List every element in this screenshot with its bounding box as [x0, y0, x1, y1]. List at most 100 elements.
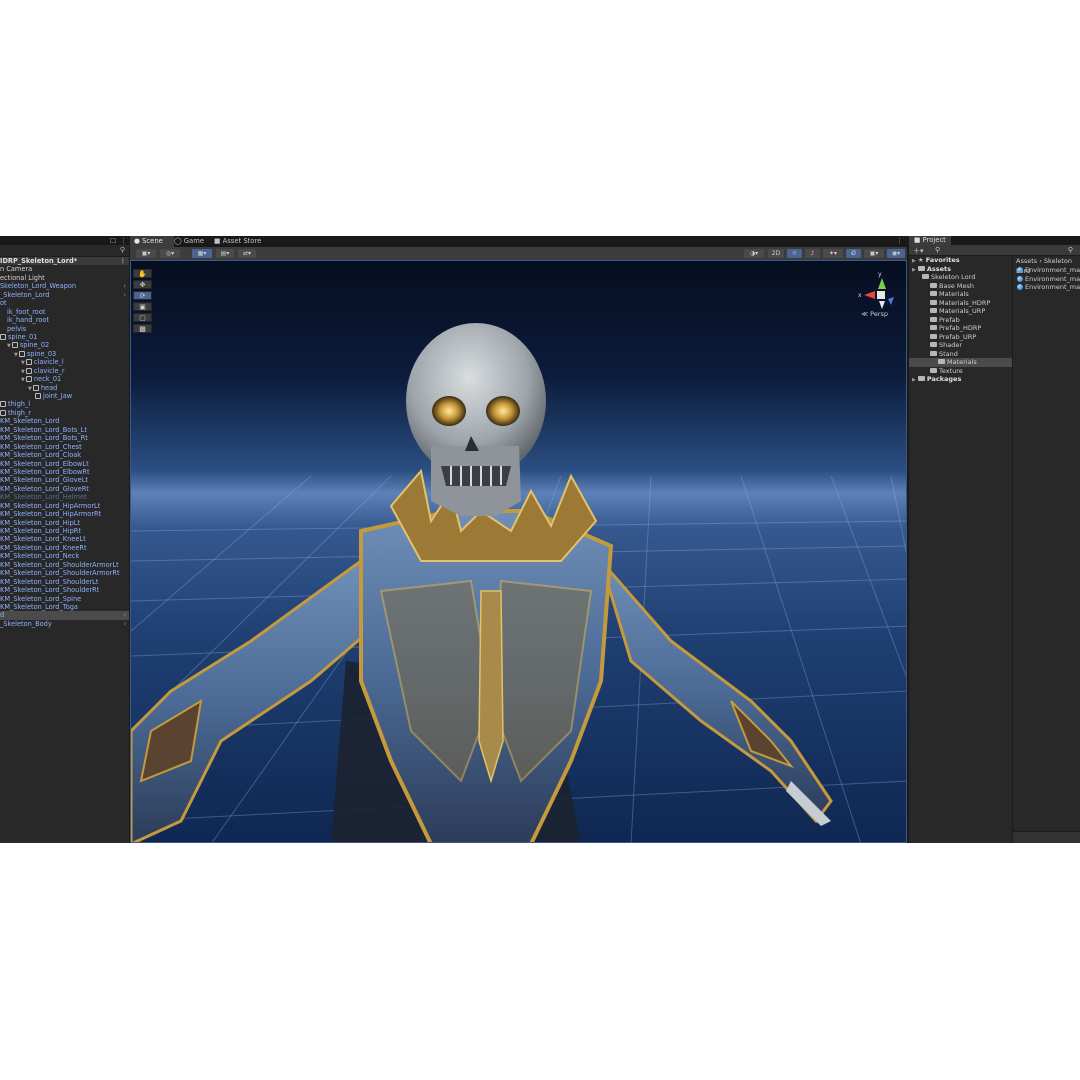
- expand-triangle-icon[interactable]: ▼: [21, 377, 25, 383]
- more-menu-icon[interactable]: ⋮: [120, 237, 127, 245]
- z-axis-cone[interactable]: [888, 297, 894, 305]
- project-folder-item[interactable]: Stand: [909, 350, 1012, 359]
- hand-tool-icon[interactable]: ✋: [133, 269, 152, 278]
- project-folder-item[interactable]: Materials: [909, 358, 1012, 367]
- hierarchy-item[interactable]: KM_Skeleton_Lord_GloveLt: [0, 476, 129, 484]
- gizmos-dropdown[interactable]: ◉▾: [887, 249, 905, 258]
- hierarchy-item[interactable]: KM_Skeleton_Lord_GloveRt: [0, 485, 129, 493]
- neg-y-axis-cone[interactable]: [879, 301, 885, 309]
- expand-triangle-icon[interactable]: ▼: [21, 369, 25, 375]
- add-icon[interactable]: ＋▾: [913, 246, 924, 256]
- project-folder-item[interactable]: ▶ ★ Favorites: [909, 256, 1012, 265]
- tab-asset-store[interactable]: ■ Asset Store: [210, 236, 265, 247]
- expand-triangle-icon[interactable]: ▶: [912, 258, 916, 264]
- scene-viewport[interactable]: ✋ ✥ ⟳ ▣ ▢ ▩ y x ≪ Persp: [130, 260, 907, 843]
- hierarchy-item[interactable]: thigh_l: [0, 400, 129, 408]
- expand-triangle-icon[interactable]: ▶: [912, 267, 916, 273]
- hierarchy-item[interactable]: ▼ spine_02: [0, 341, 129, 349]
- audio-toggle-icon[interactable]: ♪: [805, 249, 820, 258]
- expand-triangle-icon[interactable]: ▼: [21, 360, 25, 366]
- hierarchy-item[interactable]: _Skeleton_Lord ›: [0, 291, 129, 299]
- camera-settings-dropdown[interactable]: ▣▾: [864, 249, 884, 258]
- hierarchy-item[interactable]: ▼ clavicle_r: [0, 367, 129, 375]
- project-file-item[interactable]: Environment_mat: [1013, 283, 1080, 292]
- hierarchy-item[interactable]: ▼ head: [0, 384, 129, 392]
- hierarchy-scene-row[interactable]: IDRP_Skeleton_Lord* ⋮: [0, 257, 129, 266]
- hierarchy-item[interactable]: d ›: [0, 611, 129, 620]
- hierarchy-item[interactable]: KM_Skeleton_Lord_ShoulderArmorRt: [0, 569, 129, 577]
- snap-increment-dropdown[interactable]: ▤▾: [216, 249, 234, 258]
- project-folder-item[interactable]: Materials_URP: [909, 307, 1012, 316]
- hierarchy-item[interactable]: KM_Skeleton_Lord_Bots_Lt: [0, 426, 129, 434]
- search-icon[interactable]: ⚲: [1068, 246, 1073, 254]
- y-axis-cone[interactable]: [878, 278, 886, 289]
- shading-mode-dropdown[interactable]: ◑▾: [744, 249, 764, 258]
- project-folder-item[interactable]: Prefab_HDRP: [909, 324, 1012, 333]
- hierarchy-search-bar[interactable]: ⚲: [0, 245, 129, 257]
- breadcrumb-assets[interactable]: Assets: [1016, 257, 1037, 265]
- hierarchy-item[interactable]: KM_Skeleton_Lord_Bots_Rt: [0, 434, 129, 442]
- hierarchy-item[interactable]: KM_Skeleton_Lord_Neck: [0, 552, 129, 560]
- project-folder-item[interactable]: Skeleton Lord: [909, 273, 1012, 282]
- more-menu-icon[interactable]: ⋮: [896, 237, 903, 245]
- gizmo-center-cube[interactable]: [877, 291, 885, 299]
- x-axis-cone[interactable]: [864, 291, 875, 299]
- lighting-toggle-icon[interactable]: ☼: [787, 249, 802, 258]
- project-folder-item[interactable]: Materials_HDRP: [909, 299, 1012, 308]
- chevron-right-icon[interactable]: ›: [123, 282, 126, 290]
- hierarchy-item[interactable]: KM_Skeleton_Lord_HipLt: [0, 519, 129, 527]
- hierarchy-item[interactable]: KM_Skeleton_Lord_ShoulderArmorLt: [0, 561, 129, 569]
- move-tool-icon[interactable]: ✥: [133, 280, 152, 289]
- project-folder-item[interactable]: Texture: [909, 367, 1012, 376]
- hierarchy-item[interactable]: KM_Skeleton_Lord_Helmet: [0, 493, 129, 501]
- hierarchy-item[interactable]: joint_Jaw: [0, 392, 129, 400]
- gizmo-tool-dropdown[interactable]: ◎▾: [160, 249, 180, 258]
- 2d-toggle[interactable]: 2D: [768, 249, 784, 258]
- hierarchy-item[interactable]: Skeleton_Lord_Weapon ›: [0, 282, 129, 290]
- hierarchy-item[interactable]: thigh_r: [0, 409, 129, 417]
- search-icon[interactable]: ⚲: [935, 246, 940, 254]
- hierarchy-item[interactable]: KM_Skeleton_Lord_Toga: [0, 603, 129, 611]
- hierarchy-item[interactable]: pelvis: [0, 325, 129, 333]
- rotate-tool-icon[interactable]: ⟳: [133, 291, 152, 300]
- chevron-right-icon[interactable]: ›: [123, 620, 126, 628]
- hierarchy-item[interactable]: KM_Skeleton_Lord_KneeRt: [0, 544, 129, 552]
- search-icon[interactable]: ⚲: [120, 246, 125, 254]
- project-file-item[interactable]: Environment_mat: [1013, 275, 1080, 284]
- hierarchy-item[interactable]: KM_Skeleton_Lord_HipArmorRt: [0, 510, 129, 518]
- project-folder-item[interactable]: Prefab: [909, 316, 1012, 325]
- hierarchy-item[interactable]: ik_foot_root: [0, 308, 129, 316]
- grid-snapping-dropdown[interactable]: ▦▾: [192, 249, 212, 258]
- hierarchy-item[interactable]: spine_01: [0, 333, 129, 341]
- expand-triangle-icon[interactable]: ▶: [912, 377, 916, 383]
- hierarchy-item[interactable]: KM_Skeleton_Lord: [0, 417, 129, 425]
- hierarchy-item[interactable]: KM_Skeleton_Lord_HipArmorLt: [0, 502, 129, 510]
- hierarchy-item[interactable]: ▼ clavicle_l: [0, 358, 129, 366]
- project-folder-item[interactable]: Base Mesh: [909, 282, 1012, 291]
- hierarchy-item[interactable]: ot: [0, 299, 129, 307]
- hidden-objects-icon[interactable]: Ø: [846, 249, 861, 258]
- hierarchy-item[interactable]: KM_Skeleton_Lord_ShoulderRt: [0, 586, 129, 594]
- project-folder-item[interactable]: Shader: [909, 341, 1012, 350]
- more-menu-icon[interactable]: ⋮: [119, 257, 126, 265]
- chevron-right-icon[interactable]: ›: [123, 291, 126, 299]
- transform-tool-icon[interactable]: ▩: [133, 324, 152, 333]
- hierarchy-item[interactable]: ▼ neck_01: [0, 375, 129, 383]
- project-file-item[interactable]: Environment_mat: [1013, 266, 1080, 275]
- skeleton-lord-model[interactable]: [131, 261, 907, 843]
- expand-triangle-icon[interactable]: ▼: [14, 352, 18, 358]
- hierarchy-item[interactable]: n Camera: [0, 265, 129, 273]
- hierarchy-item[interactable]: KM_Skeleton_Lord_ElbowLt: [0, 460, 129, 468]
- hierarchy-item[interactable]: ectional Light: [0, 274, 129, 282]
- hierarchy-item[interactable]: ▼ spine_03: [0, 350, 129, 358]
- tab-game[interactable]: ◯ Game: [170, 236, 208, 247]
- hierarchy-item[interactable]: KM_Skeleton_Lord_Chest: [0, 443, 129, 451]
- hierarchy-item[interactable]: KM_Skeleton_Lord_ElbowRt: [0, 468, 129, 476]
- project-folder-item[interactable]: ▶ Packages: [909, 375, 1012, 384]
- projection-label[interactable]: ≪ Persp: [861, 310, 888, 318]
- project-folder-item[interactable]: Prefab_URP: [909, 333, 1012, 342]
- chevron-right-icon[interactable]: ›: [123, 611, 126, 619]
- increment-snap-dropdown[interactable]: ⇄▾: [238, 249, 256, 258]
- hierarchy-item[interactable]: KM_Skeleton_Lord_Spine: [0, 595, 129, 603]
- hierarchy-item[interactable]: KM_Skeleton_Lord_ShoulderLt: [0, 578, 129, 586]
